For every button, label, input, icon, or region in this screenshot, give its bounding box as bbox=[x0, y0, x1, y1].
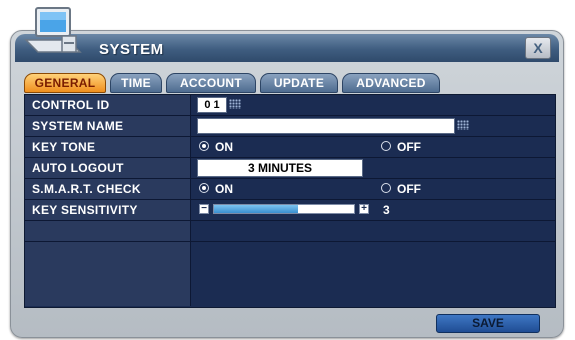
empty-row bbox=[25, 221, 555, 242]
plus-icon[interactable]: + bbox=[359, 204, 369, 214]
title-bar: SYSTEM X bbox=[15, 34, 559, 62]
empty-row bbox=[25, 242, 555, 306]
key-tone-off-label: OFF bbox=[397, 140, 421, 154]
key-tone-label: KEY TONE bbox=[25, 137, 191, 157]
row-smart-check: S.M.A.R.T. CHECK ON OFF bbox=[25, 179, 555, 200]
smart-check-label: S.M.A.R.T. CHECK bbox=[25, 179, 191, 199]
save-button[interactable]: SAVE bbox=[436, 314, 540, 333]
tab-general[interactable]: GENERAL bbox=[24, 73, 106, 93]
sensitivity-slider[interactable] bbox=[213, 204, 355, 214]
smart-check-on-label: ON bbox=[215, 182, 233, 196]
row-key-sensitivity: KEY SENSITIVITY − + 3 bbox=[25, 200, 555, 221]
sensitivity-fill bbox=[214, 205, 298, 213]
row-key-tone: KEY TONE ON OFF bbox=[25, 137, 555, 158]
auto-logout-label: AUTO LOGOUT bbox=[25, 158, 191, 178]
key-tone-on-radio[interactable] bbox=[199, 141, 209, 151]
close-icon: X bbox=[533, 40, 543, 56]
row-control-id: CONTROL ID 0 1 bbox=[25, 95, 555, 116]
window-title: SYSTEM bbox=[99, 41, 164, 58]
row-system-name: SYSTEM NAME bbox=[25, 116, 555, 137]
system-name-field[interactable] bbox=[197, 118, 455, 134]
smart-check-off-radio[interactable] bbox=[381, 183, 391, 193]
control-id-label: CONTROL ID bbox=[25, 95, 191, 115]
row-auto-logout: AUTO LOGOUT 3 MINUTES bbox=[25, 158, 555, 179]
tab-account[interactable]: ACCOUNT bbox=[166, 73, 256, 93]
key-sensitivity-label: KEY SENSITIVITY bbox=[25, 200, 191, 220]
smart-check-off-label: OFF bbox=[397, 182, 421, 196]
settings-panel: CONTROL ID 0 1 SYSTEM NAME KEY TONE ON O… bbox=[24, 94, 556, 308]
keypad-icon[interactable] bbox=[229, 99, 241, 109]
keypad-icon[interactable] bbox=[457, 120, 469, 130]
smart-check-on-radio[interactable] bbox=[199, 183, 209, 193]
tab-advanced[interactable]: ADVANCED bbox=[342, 73, 440, 93]
minus-icon[interactable]: − bbox=[199, 204, 209, 214]
close-button[interactable]: X bbox=[525, 37, 551, 59]
key-tone-on-label: ON bbox=[215, 140, 233, 154]
key-sensitivity-value: 3 bbox=[383, 203, 390, 217]
monitor-icon bbox=[24, 7, 82, 53]
system-name-label: SYSTEM NAME bbox=[25, 116, 191, 136]
tab-update[interactable]: UPDATE bbox=[260, 73, 338, 93]
control-id-field[interactable]: 0 1 bbox=[197, 97, 227, 113]
auto-logout-select[interactable]: 3 MINUTES bbox=[197, 159, 363, 177]
tab-time[interactable]: TIME bbox=[110, 73, 162, 93]
key-tone-off-radio[interactable] bbox=[381, 141, 391, 151]
